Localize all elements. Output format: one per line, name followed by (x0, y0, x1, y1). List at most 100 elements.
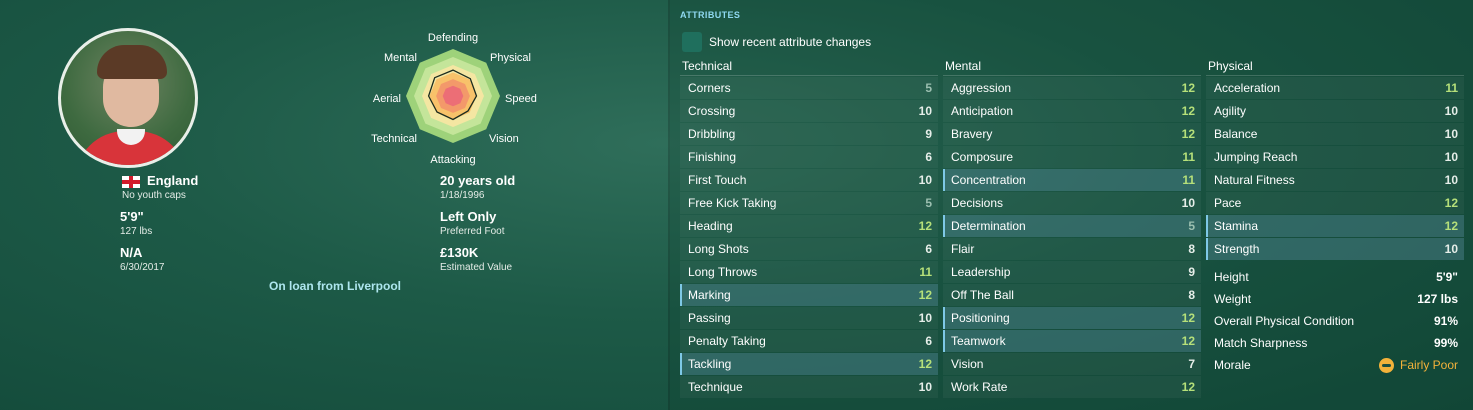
attribute-row[interactable]: Aggression 12 (943, 77, 1201, 99)
attribute-value: 6 (925, 150, 932, 164)
foot-label: Preferred Foot (440, 226, 505, 237)
foot-value: Left Only (440, 209, 497, 224)
physical-detail-value: 5'9" (1436, 270, 1458, 284)
attribute-row[interactable]: Anticipation 12 (943, 100, 1201, 122)
attribute-row[interactable]: Teamwork 12 (943, 330, 1201, 352)
attribute-name: Aggression (951, 81, 1012, 95)
attribute-row[interactable]: Penalty Taking 6 (680, 330, 938, 352)
attribute-name: Crossing (688, 104, 736, 118)
attribute-value: 12 (1181, 380, 1195, 394)
attribute-row[interactable]: Pace 12 (1206, 192, 1464, 214)
attribute-row[interactable]: Finishing 6 (680, 146, 938, 168)
attribute-value: 10 (1444, 104, 1458, 118)
attribute-row[interactable]: Stamina 12 (1206, 215, 1464, 237)
recent-changes-toggle[interactable]: Show recent attribute changes (682, 32, 871, 52)
attributes-title: ATTRIBUTES (680, 10, 741, 20)
physical-detail-row: Weight 127 lbs (1206, 288, 1464, 310)
attribute-row[interactable]: Long Shots 6 (680, 238, 938, 260)
radar-rings (406, 49, 500, 143)
attribute-radar[interactable]: Defending Physical Speed Vision Attacking Tec… (360, 26, 550, 171)
attribute-name: Vision (951, 357, 984, 371)
loan-link[interactable]: On loan from Liverpool (269, 279, 401, 293)
attribute-row[interactable]: Determination 5 (943, 215, 1201, 237)
attribute-value: 12 (1181, 334, 1195, 348)
attribute-row[interactable]: Vision 7 (943, 353, 1201, 375)
attribute-row[interactable]: Long Throws 11 (680, 261, 938, 283)
radar-label: Technical (371, 133, 417, 145)
attribute-row[interactable]: Technique 10 (680, 376, 938, 398)
morale-face-icon (1378, 357, 1394, 373)
attribute-row[interactable]: Leadership 9 (943, 261, 1201, 283)
physical-column: Physical Acceleration 11 Agility 10 Balance 1… (1206, 56, 1464, 260)
morale-value: Fairly Poor (1399, 358, 1458, 372)
attribute-value: 12 (1181, 104, 1195, 118)
attribute-row[interactable]: Acceleration 11 (1206, 77, 1464, 99)
attribute-row[interactable]: Tackling 12 (680, 353, 938, 375)
nationality[interactable]: England (147, 173, 198, 188)
radar-label: Physical (490, 52, 531, 64)
attribute-row[interactable]: Positioning 12 (943, 307, 1201, 329)
attribute-row[interactable]: Decisions 10 (943, 192, 1201, 214)
physical-detail-value: 99% (1433, 336, 1458, 350)
attribute-name: Strength (1214, 242, 1260, 256)
morale-label: Morale (1214, 358, 1251, 372)
physical-header: Physical (1206, 56, 1464, 76)
attribute-name: Passing (688, 311, 731, 325)
attribute-row[interactable]: Bravery 12 (943, 123, 1201, 145)
attribute-value: 10 (918, 311, 932, 325)
attribute-row[interactable]: Concentration 11 (943, 169, 1201, 191)
physical-details: Height 5'9" Weight 127 lbs Overall Physical … (1206, 266, 1464, 376)
physical-detail-row: Overall Physical Condition 91% (1206, 310, 1464, 332)
attribute-value: 5 (925, 196, 932, 210)
attribute-name: Teamwork (951, 334, 1006, 348)
attribute-row[interactable]: Heading 12 (680, 215, 938, 237)
attribute-row[interactable]: Off The Ball 8 (943, 284, 1201, 306)
attribute-row[interactable]: Agility 10 (1206, 100, 1464, 122)
value-block: £130K Estimated Value (440, 245, 512, 273)
attribute-row[interactable]: Marking 12 (680, 284, 938, 306)
attribute-value: 8 (1188, 242, 1195, 256)
attribute-row[interactable]: Natural Fitness 10 (1206, 169, 1464, 191)
morale-row[interactable]: Morale Fairly Poor (1206, 354, 1464, 376)
attribute-row[interactable]: Flair 8 (943, 238, 1201, 260)
avatar-hair (97, 45, 167, 79)
attribute-value: 11 (1182, 150, 1195, 164)
attribute-row[interactable]: Balance 10 (1206, 123, 1464, 145)
attribute-name: Positioning (951, 311, 1010, 325)
mental-column: Mental Aggression 12 Anticipation 12 Bravery… (943, 56, 1201, 398)
attribute-row[interactable]: Work Rate 12 (943, 376, 1201, 398)
attribute-value: 10 (918, 104, 932, 118)
attribute-row[interactable]: Dribbling 9 (680, 123, 938, 145)
attribute-value: 10 (918, 380, 932, 394)
attribute-value: 6 (925, 334, 932, 348)
technical-column: Technical Corners 5 Crossing 10 Dribbling 9 Fi… (680, 56, 938, 398)
attribute-name: Heading (688, 219, 733, 233)
attribute-value: 5 (1188, 219, 1195, 233)
player-avatar (58, 28, 198, 168)
technical-header: Technical (680, 56, 938, 76)
attribute-row[interactable]: Passing 10 (680, 307, 938, 329)
nationality-block: England No youth caps (122, 173, 198, 201)
attribute-value: 12 (1444, 196, 1458, 210)
attribute-row[interactable]: Composure 11 (943, 146, 1201, 168)
contract-value: N/A (120, 245, 143, 260)
attribute-row[interactable]: Free Kick Taking 5 (680, 192, 938, 214)
radar-label: Speed (505, 93, 537, 105)
radar-label: Defending (428, 32, 478, 44)
radar-label: Attacking (430, 154, 475, 166)
recent-changes-checkbox[interactable] (682, 32, 702, 52)
attribute-value: 10 (918, 173, 932, 187)
physical-detail-name: Height (1214, 270, 1249, 284)
attribute-name: Tackling (688, 357, 732, 371)
attribute-row[interactable]: Corners 5 (680, 77, 938, 99)
attribute-name: Corners (688, 81, 731, 95)
radar-label: Vision (489, 133, 519, 145)
physical-detail-value: 127 lbs (1417, 292, 1458, 306)
attribute-row[interactable]: Jumping Reach 10 (1206, 146, 1464, 168)
attribute-row[interactable]: Strength 10 (1206, 238, 1464, 260)
attribute-row[interactable]: First Touch 10 (680, 169, 938, 191)
attribute-name: Work Rate (951, 380, 1008, 394)
attribute-row[interactable]: Crossing 10 (680, 100, 938, 122)
attribute-name: Composure (951, 150, 1014, 164)
attribute-value: 7 (1188, 357, 1195, 371)
